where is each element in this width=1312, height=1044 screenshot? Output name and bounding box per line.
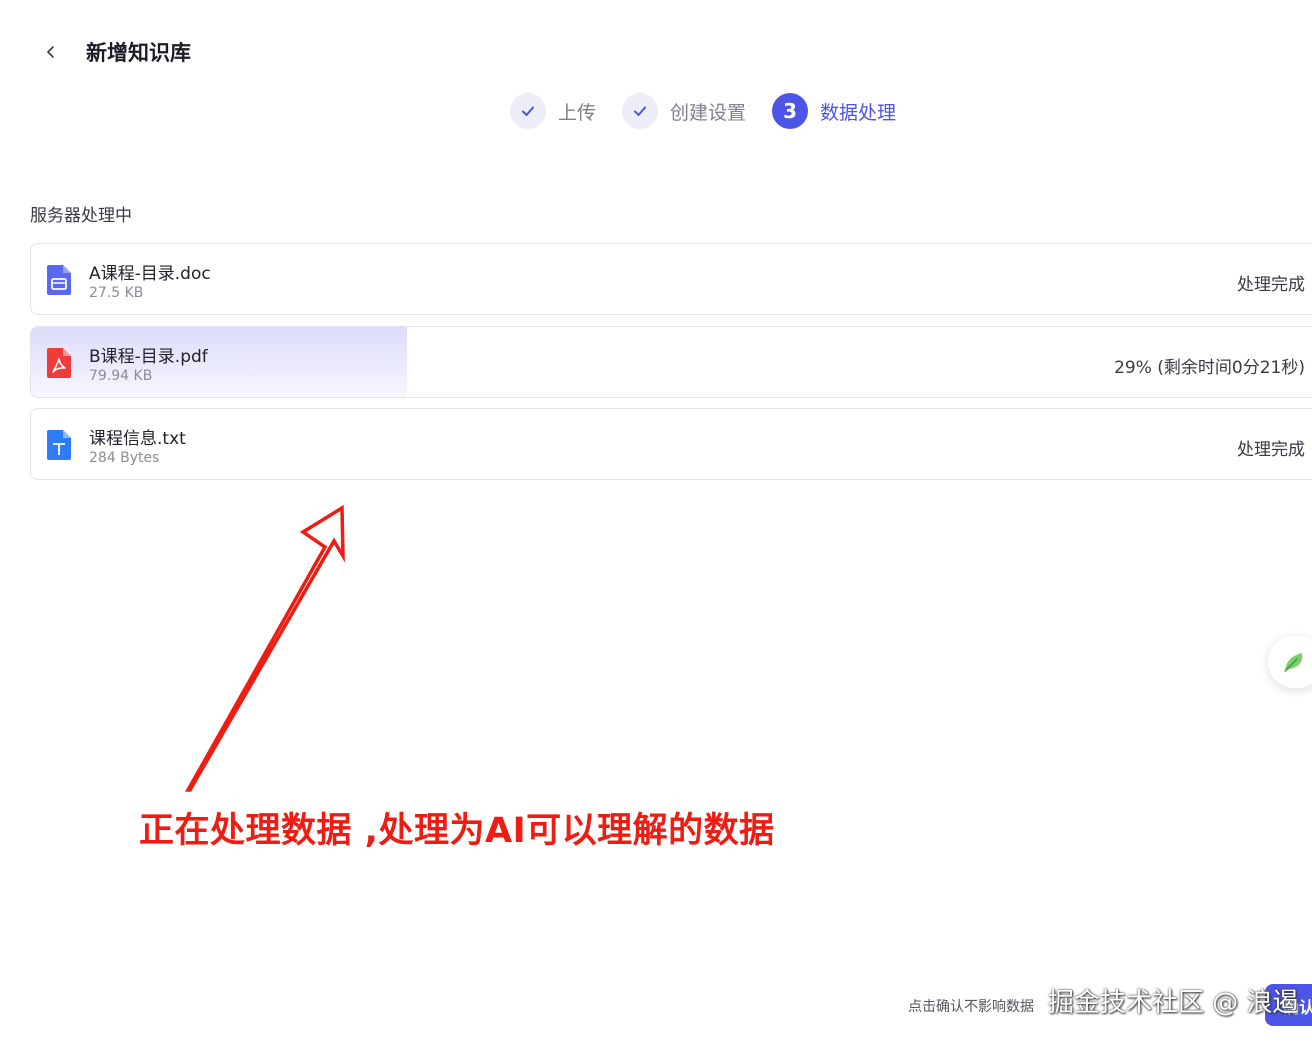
annotation-text: 正在处理数据 ,处理为AI可以理解的数据 [139,811,775,851]
leaf-icon [1284,653,1303,672]
annotation-arrow [185,504,345,792]
watermark: 掘金技术社区 @ 浪遏 [1048,988,1299,1018]
page: 新增知识库 上传 创建设置 3 数据处理 服务器处理中 A课程-目录.doc 2… [0,0,1312,1044]
floating-assistant-button[interactable] [1268,636,1312,688]
footer-note: 点击确认不影响数据 [908,999,1034,1015]
